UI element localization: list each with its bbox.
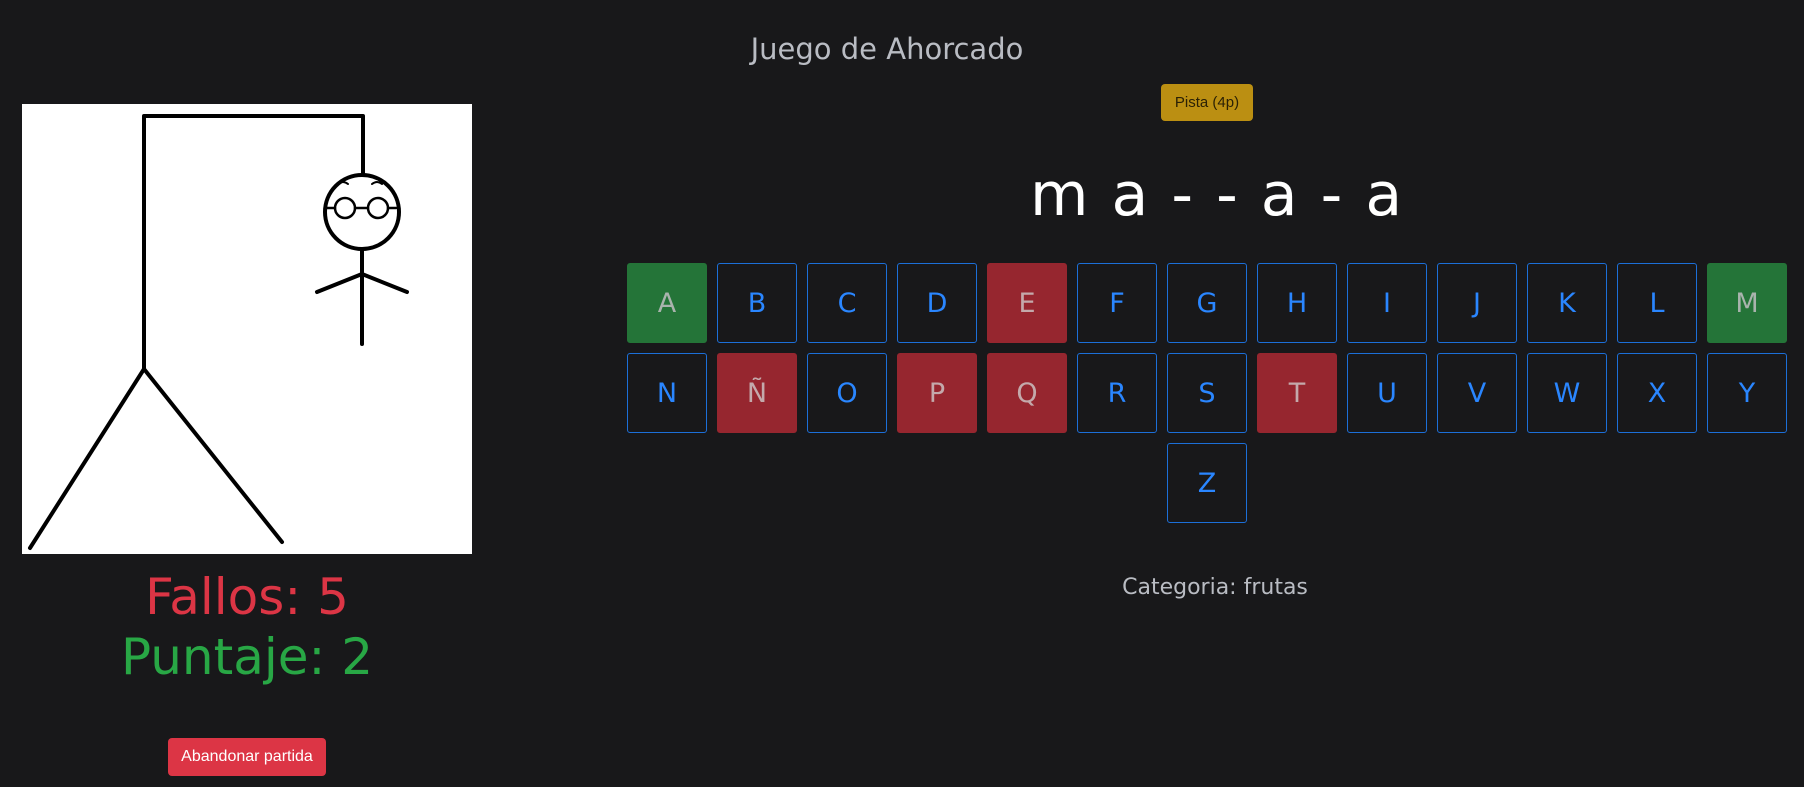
letter-key-c[interactable]: C xyxy=(807,263,887,343)
left-arm xyxy=(315,272,364,294)
gallows xyxy=(142,114,365,371)
letter-key-p[interactable]: P xyxy=(897,353,977,433)
letter-key-w[interactable]: W xyxy=(1527,353,1607,433)
right-arm xyxy=(360,272,409,294)
abandon-game-button[interactable]: Abandonar partida xyxy=(168,738,326,776)
letter-key-s[interactable]: S xyxy=(1167,353,1247,433)
letter-key-r[interactable]: R xyxy=(1077,353,1157,433)
category-label: Categoria: frutas xyxy=(1122,575,1308,600)
letter-key-e[interactable]: E xyxy=(987,263,1067,343)
letter-key-l[interactable]: L xyxy=(1617,263,1697,343)
letter-key-ñ[interactable]: Ñ xyxy=(717,353,797,433)
hangman-svg xyxy=(28,114,409,550)
glasses-right xyxy=(366,196,390,220)
gallows-left-leg xyxy=(28,367,146,550)
hint-button[interactable]: Pista (4p) xyxy=(1161,84,1253,121)
letter-key-t[interactable]: T xyxy=(1257,353,1337,433)
letter-key-g[interactable]: G xyxy=(1167,263,1247,343)
letter-key-b[interactable]: B xyxy=(717,263,797,343)
letter-key-k[interactable]: K xyxy=(1527,263,1607,343)
letter-key-j[interactable]: J xyxy=(1437,263,1517,343)
letter-key-x[interactable]: X xyxy=(1617,353,1697,433)
page-title: Juego de Ahorcado xyxy=(750,32,1024,66)
letter-key-h[interactable]: H xyxy=(1257,263,1337,343)
score-counter: Puntaje: 2 xyxy=(120,628,374,686)
glasses-left xyxy=(333,196,357,220)
letter-key-n[interactable]: N xyxy=(627,353,707,433)
letter-key-v[interactable]: V xyxy=(1437,353,1517,433)
letter-key-z[interactable]: Z xyxy=(1167,443,1247,523)
letter-key-u[interactable]: U xyxy=(1347,353,1427,433)
letter-key-m[interactable]: M xyxy=(1707,263,1787,343)
fails-counter: Fallos: 5 xyxy=(145,568,349,626)
hangman-page: Juego de Ahorcado Pista (4p) m a - - a -… xyxy=(0,0,1804,787)
letter-key-y[interactable]: Y xyxy=(1707,353,1787,433)
letter-key-q[interactable]: Q xyxy=(987,353,1067,433)
hidden-word: m a - - a - a xyxy=(1030,160,1405,230)
letter-key-i[interactable]: I xyxy=(1347,263,1427,343)
hangman-drawing xyxy=(22,104,472,554)
gallows-right-leg xyxy=(142,367,284,544)
letter-keyboard: ABCDEFGHIJKLM NÑOPQRSTUVWXY Z xyxy=(627,263,1787,523)
letter-key-o[interactable]: O xyxy=(807,353,887,433)
letter-key-a[interactable]: A xyxy=(627,263,707,343)
letter-key-d[interactable]: D xyxy=(897,263,977,343)
letter-key-f[interactable]: F xyxy=(1077,263,1157,343)
